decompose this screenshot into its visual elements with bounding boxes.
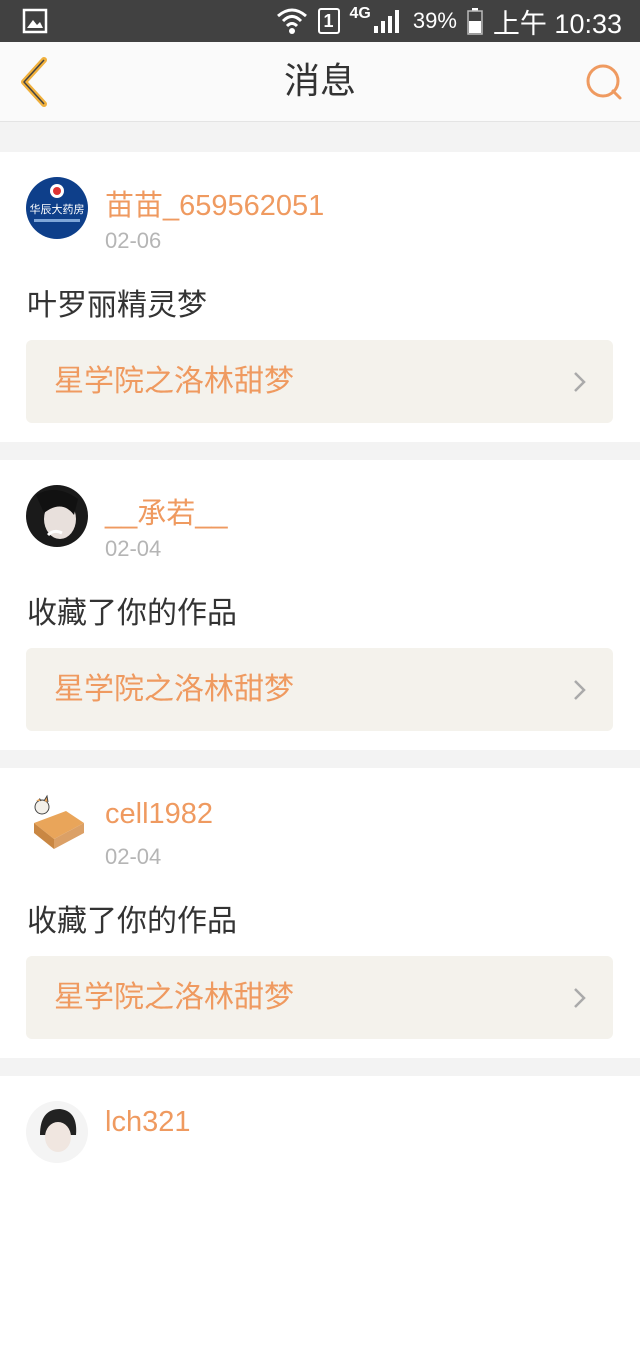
- network-type: 4G: [349, 5, 371, 22]
- message-text: 叶罗丽精灵梦: [27, 288, 207, 323]
- work-title: 星学院之洛林甜梦: [54, 364, 294, 399]
- message-date: 02-04: [105, 844, 162, 869]
- work-title: 星学院之洛林甜梦: [54, 980, 294, 1015]
- avatar-text: 华辰大药房: [30, 202, 85, 216]
- portrait-avatar: [36, 489, 78, 539]
- avatar[interactable]: [26, 1101, 88, 1163]
- wifi-icon: [276, 8, 307, 34]
- work-link[interactable]: 星学院之洛林甜梦: [26, 340, 613, 423]
- search-icon[interactable]: [584, 62, 624, 102]
- chevron-right-icon: [574, 988, 586, 1008]
- username[interactable]: cell1982: [105, 798, 213, 831]
- message-card[interactable]: 华辰大药房 苗苗_659562051 02-06 叶罗丽精灵梦 星学院之洛林甜梦: [0, 152, 640, 442]
- clock: 上午 10:33: [492, 8, 622, 39]
- battery-percent: 39%: [412, 8, 457, 33]
- username[interactable]: lch321: [105, 1106, 190, 1139]
- cat-avatar: [34, 794, 84, 849]
- message-card[interactable]: cell1982 02-04 收藏了你的作品 星学院之洛林甜梦: [0, 768, 640, 1058]
- pharmacy-logo-avatar: 华辰大药房: [30, 184, 85, 222]
- chevron-right-icon: [574, 372, 586, 392]
- gallery-notification-icon: [22, 8, 48, 34]
- message-card[interactable]: __承若__ 02-04 收藏了你的作品 星学院之洛林甜梦: [0, 460, 640, 750]
- signal-icon: [373, 10, 399, 33]
- page-title: 消息: [283, 61, 356, 102]
- message-date: 02-06: [105, 228, 162, 253]
- avatar[interactable]: [26, 485, 88, 547]
- work-link[interactable]: 星学院之洛林甜梦: [26, 648, 613, 731]
- message-text: 收藏了你的作品: [27, 904, 237, 939]
- username[interactable]: 苗苗_659562051: [105, 182, 324, 224]
- avatar[interactable]: 华辰大药房: [26, 177, 88, 239]
- portrait-avatar: [40, 1109, 77, 1152]
- message-date: 02-04: [105, 536, 162, 561]
- avatar[interactable]: [26, 793, 88, 855]
- nav-bar: 消息: [0, 42, 640, 122]
- battery-icon: [467, 8, 483, 35]
- work-title: 星学院之洛林甜梦: [54, 672, 294, 707]
- username[interactable]: __承若__: [105, 490, 228, 532]
- chevron-right-icon: [574, 680, 586, 700]
- status-bar: 1 4G 39% 上午 10:33: [0, 0, 640, 42]
- message-text: 收藏了你的作品: [27, 596, 237, 631]
- sim-indicator: 1: [317, 8, 340, 34]
- work-link[interactable]: 星学院之洛林甜梦: [26, 956, 613, 1039]
- message-card[interactable]: lch321: [0, 1076, 640, 1366]
